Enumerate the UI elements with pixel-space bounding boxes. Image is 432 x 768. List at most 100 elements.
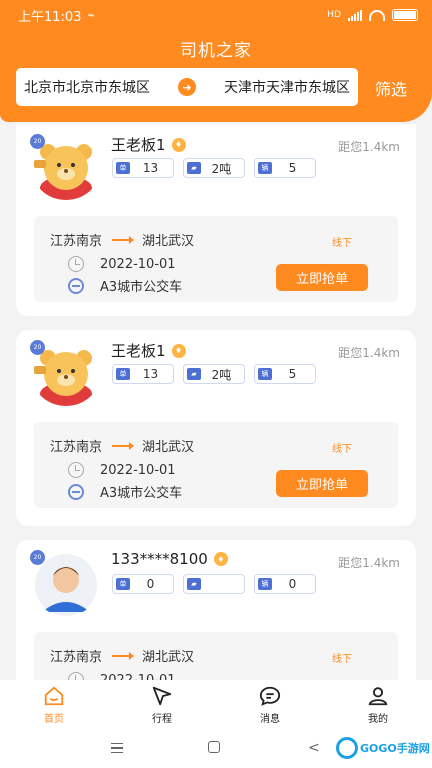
level-badge: 20 — [30, 340, 45, 355]
owner-name-text: 王老板1 — [111, 342, 166, 360]
steering-wheel-icon — [68, 277, 84, 294]
owner-name: 王老板1 ♦ — [111, 134, 186, 155]
truck-icon: ▰ — [187, 368, 201, 380]
mode-tag: 线下 — [332, 238, 352, 249]
mode-tag: 线下 — [332, 444, 352, 455]
route-from: 江苏南京 — [50, 650, 103, 665]
message-icon — [259, 686, 281, 706]
orders-value: 13 — [142, 367, 159, 381]
weight-stat: ▰ 2吨 — [183, 364, 245, 384]
verified-shield-icon: ♦ — [171, 343, 186, 358]
distance: 距您1.4km — [338, 556, 400, 570]
vehicles-stat: 辆5 — [254, 158, 316, 178]
orders-icon: 单 — [116, 162, 130, 174]
from-city[interactable]: 北京市北京市东城区 — [24, 77, 150, 97]
signal-icon — [348, 9, 362, 21]
weight-value: 2吨 — [211, 367, 232, 382]
menu-icon[interactable] — [111, 743, 123, 753]
steering-wheel-icon — [68, 483, 84, 500]
owner-name: 王老板1 ♦ — [111, 340, 186, 361]
vehicles-value: 0 — [288, 577, 297, 591]
route-selector[interactable]: 北京市北京市东城区 ➜ 天津市天津市东城区 — [16, 68, 358, 106]
grab-order-button[interactable]: 立即抢单 — [276, 470, 368, 497]
mode-tag: 线下 — [332, 654, 352, 665]
filter-button[interactable]: 筛选 — [375, 76, 407, 100]
route-line: 江苏南京 湖北武汉 — [50, 646, 194, 665]
level-badge: 20 — [30, 134, 45, 149]
tab-messages-label: 消息 — [260, 714, 280, 725]
navigation-icon — [152, 686, 172, 706]
wifi-icon — [369, 9, 385, 21]
order-card[interactable]: 20 王老板1 ♦ 距您1.4km 单 13 ▰ 2吨 辆5 江苏南京 湖北武汉 线… — [16, 124, 416, 316]
home-icon — [44, 686, 64, 706]
vehicle-value: A3城市公交车 — [100, 280, 183, 295]
route-arrow-icon — [112, 651, 135, 660]
grab-order-button[interactable]: 立即抢单 — [276, 264, 368, 291]
route-detail: 江苏南京 湖北武汉 线下 2022-10-01 A3城市公交车 立即抢单 — [34, 422, 398, 508]
route-from: 江苏南京 — [50, 440, 103, 455]
order-card[interactable]: 20 王老板1 ♦ 距您1.4km 单 13 ▰ 2吨 辆5 江苏南京 湖北武汉 线… — [16, 330, 416, 526]
clock-icon — [68, 462, 84, 478]
back-icon[interactable]: < — [308, 740, 320, 756]
date-row: 2022-10-01 — [68, 462, 176, 478]
orders-icon: 单 — [116, 578, 130, 590]
date-value: 2022-10-01 — [100, 462, 176, 478]
tab-home-label: 首页 — [44, 714, 64, 725]
vehicles-value: 5 — [288, 367, 297, 381]
tab-trips[interactable]: 行程 — [108, 680, 216, 730]
to-city[interactable]: 天津市天津市东城区 — [224, 77, 350, 97]
vehicles-value: 5 — [288, 161, 297, 175]
truck-icon: ▰ — [187, 578, 201, 590]
owner-name-text: 王老板1 — [111, 136, 166, 154]
watermark-text: GOGO手游网 — [360, 742, 430, 755]
bottom-tab-bar: 首页 行程 消息 我的 — [0, 680, 432, 730]
status-time: 上午11:03 — [18, 9, 82, 25]
vehicles-icon: 辆 — [258, 162, 272, 174]
route-to: 湖北武汉 — [142, 234, 195, 249]
tab-profile-label: 我的 — [368, 714, 388, 725]
orders-value: 13 — [142, 161, 159, 175]
orders-stat: 单 13 — [112, 364, 174, 384]
orders-value: 0 — [146, 577, 155, 591]
order-card[interactable]: 20 133****8100 ♦ 距您1.4km 单0 ▰ 辆0 江苏南京 湖北… — [16, 540, 416, 718]
distance: 距您1.4km — [338, 140, 400, 154]
vehicles-stat: 辆5 — [254, 364, 316, 384]
tab-profile[interactable]: 我的 — [324, 680, 432, 730]
tab-home[interactable]: 首页 — [0, 680, 108, 730]
page-title: 司机之家 — [180, 41, 252, 61]
route-arrow-icon: ➜ — [178, 78, 196, 96]
route-to: 湖北武汉 — [142, 650, 195, 665]
header: 上午11:03 ⌁ HD 司机之家 北京市北京市东城区 ➜ 天津市天津市东城区 … — [0, 0, 432, 122]
owner-name: 133****8100 ♦ — [111, 550, 228, 568]
home-square-icon[interactable] — [208, 741, 220, 753]
tab-trips-label: 行程 — [152, 714, 172, 725]
vehicles-icon: 辆 — [258, 578, 272, 590]
verified-shield-icon: ♦ — [213, 552, 228, 566]
system-nav-bar: < GOGO手游网 — [0, 730, 432, 768]
wind-icon: ⌁ — [87, 8, 95, 22]
route-detail: 江苏南京 湖北武汉 线下 2022-10-01 A3城市公交车 立即抢单 — [34, 216, 398, 302]
date-value: 2022-10-01 — [100, 256, 176, 272]
orders-stat: 单0 — [112, 574, 174, 594]
date-row: 2022-10-01 — [68, 256, 176, 272]
owner-stats: 单 13 ▰ 2吨 辆5 — [112, 158, 316, 178]
tab-messages[interactable]: 消息 — [216, 680, 324, 730]
route-arrow-icon — [112, 235, 135, 244]
user-icon — [368, 687, 388, 706]
owner-name-text: 133****8100 — [111, 550, 208, 568]
verified-shield-icon: ♦ — [171, 137, 186, 152]
level-badge: 20 — [30, 550, 45, 565]
vehicles-icon: 辆 — [258, 368, 272, 380]
watermark-logo: GOGO手游网 — [336, 737, 430, 759]
route-line: 江苏南京 湖北武汉 — [50, 436, 194, 455]
weight-stat: ▰ 2吨 — [183, 158, 245, 178]
route-from: 江苏南京 — [50, 234, 103, 249]
gogo-logo-icon — [336, 737, 358, 759]
distance: 距您1.4km — [338, 346, 400, 360]
vehicles-stat: 辆0 — [254, 574, 316, 594]
battery-icon — [392, 9, 418, 21]
route-to: 湖北武汉 — [142, 440, 195, 455]
owner-stats: 单 13 ▰ 2吨 辆5 — [112, 364, 316, 384]
truck-icon: ▰ — [187, 162, 201, 174]
status-bar: 上午11:03 ⌁ HD — [18, 6, 418, 25]
